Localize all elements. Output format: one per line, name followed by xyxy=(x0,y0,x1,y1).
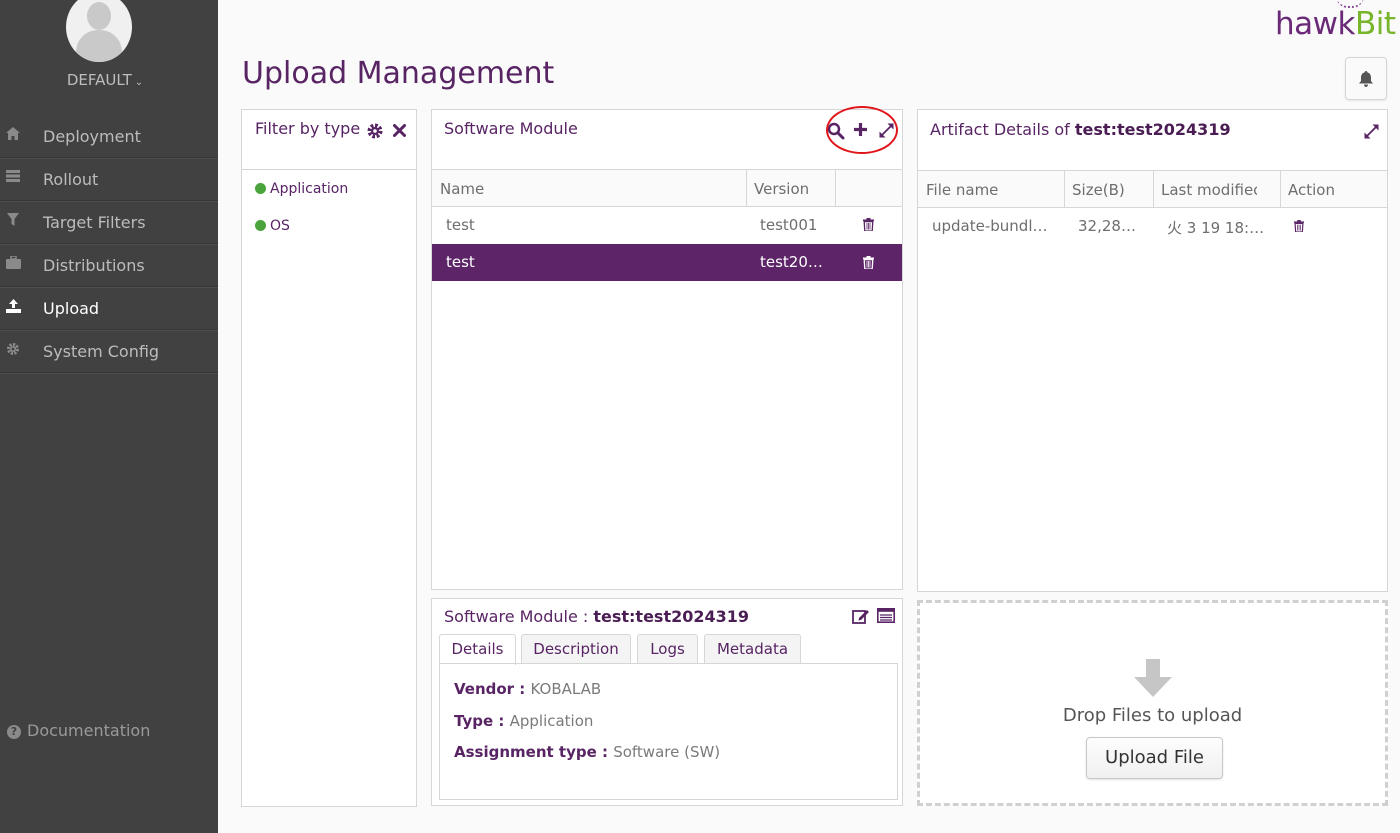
row-file-name: update-bundl… xyxy=(932,217,1048,235)
sidebar-item-label: Rollout xyxy=(43,170,99,189)
sidebar-item-label: Upload xyxy=(43,299,100,318)
sidebar: DEFAULT ⌄ Deployment Rollout Target Filte… xyxy=(0,0,218,833)
sidebar-item-system-config[interactable]: System Config xyxy=(0,330,218,373)
bell-icon xyxy=(1359,71,1373,87)
field-vendor: Vendor : KOBALAB xyxy=(454,680,602,698)
table-row[interactable]: update-bundl… 32,28… 火 3 19 18:… xyxy=(918,208,1387,245)
tenant-label: DEFAULT xyxy=(66,71,132,89)
sidebar-item-deployment[interactable]: Deployment xyxy=(0,115,218,158)
row-version: test20… xyxy=(760,253,823,271)
column-header-file-name[interactable]: File name xyxy=(926,181,998,199)
table-row[interactable]: test test001 xyxy=(432,207,902,244)
list-icon xyxy=(5,170,21,186)
trash-icon[interactable] xyxy=(863,218,874,231)
file-drop-zone[interactable]: Drop Files to upload Upload File xyxy=(917,600,1388,806)
filter-type-application[interactable]: Application xyxy=(255,181,348,197)
tab-description[interactable]: Description xyxy=(521,634,631,664)
artifact-title: Artifact Details of test:test2024319 xyxy=(930,120,1231,139)
column-header-version[interactable]: Version xyxy=(754,180,809,198)
chevron-down-icon: ⌄ xyxy=(134,77,144,88)
briefcase-icon xyxy=(5,255,21,272)
row-name: test xyxy=(446,216,475,234)
maximize-icon[interactable] xyxy=(1363,123,1380,140)
software-module-table-header: Name Version xyxy=(432,169,902,207)
table-row-selected[interactable]: test test20… xyxy=(432,244,902,281)
sidebar-item-label: System Config xyxy=(43,342,160,361)
close-icon[interactable] xyxy=(393,124,406,137)
software-module-title: Software Module xyxy=(444,119,578,138)
details-title: Software Module : test:test2024319 xyxy=(444,607,750,626)
documentation-link[interactable]: ? Documentation xyxy=(7,721,150,740)
details-tab-content: Vendor : KOBALAB Type : Application Assi… xyxy=(439,663,898,800)
gear-icon xyxy=(5,342,21,358)
tenant-selector[interactable]: DEFAULT ⌄ xyxy=(0,71,210,89)
trash-icon[interactable] xyxy=(863,256,874,269)
software-module-details-panel: Software Module : test:test2024319 Detai… xyxy=(431,598,903,806)
user-avatar[interactable] xyxy=(66,0,132,62)
edit-icon[interactable] xyxy=(852,608,870,624)
metadata-list-icon[interactable] xyxy=(877,608,895,623)
column-header-action[interactable]: Action xyxy=(1288,181,1335,199)
type-color-dot xyxy=(255,220,266,231)
tab-details[interactable]: Details xyxy=(439,634,516,665)
page-title: Upload Management xyxy=(242,56,555,91)
filter-by-type-panel: Filter by type Application OS xyxy=(241,109,417,807)
tab-logs[interactable]: Logs xyxy=(637,634,698,664)
sidebar-menu: Deployment Rollout Target Filters Distri… xyxy=(0,115,218,373)
field-assignment-type: Assignment type : Software (SW) xyxy=(454,743,721,761)
sidebar-item-distributions[interactable]: Distributions xyxy=(0,244,218,287)
filter-icon xyxy=(5,213,21,229)
documentation-label: Documentation xyxy=(27,721,151,740)
notification-button[interactable] xyxy=(1345,57,1387,100)
upload-icon xyxy=(5,299,21,315)
column-header-last-modified[interactable]: Last modifiec xyxy=(1161,181,1257,199)
gear-icon[interactable] xyxy=(367,123,383,139)
row-version: test001 xyxy=(760,216,818,234)
tab-metadata[interactable]: Metadata xyxy=(704,634,801,664)
help-icon: ? xyxy=(7,725,21,739)
sidebar-item-upload[interactable]: Upload xyxy=(0,287,218,330)
type-color-dot xyxy=(255,183,266,194)
sidebar-item-label: Deployment xyxy=(43,127,141,146)
software-module-panel: Software Module Name Version test test00… xyxy=(431,109,903,590)
filter-panel-title: Filter by type xyxy=(255,119,361,138)
sidebar-item-target-filters[interactable]: Target Filters xyxy=(0,201,218,244)
arrow-down-icon xyxy=(1134,659,1172,697)
column-header-name[interactable]: Name xyxy=(440,180,484,198)
sidebar-item-label: Distributions xyxy=(43,256,145,275)
column-header-size[interactable]: Size(B) xyxy=(1072,181,1125,199)
upload-file-button[interactable]: Upload File xyxy=(1086,737,1223,779)
artifact-details-panel: Artifact Details of test:test2024319 Fil… xyxy=(917,109,1388,592)
row-size: 32,28… xyxy=(1078,217,1136,235)
hawkbit-logo: hawkBit xyxy=(1275,6,1396,42)
annotation-circle xyxy=(826,106,898,154)
field-type: Type : Application xyxy=(454,712,594,730)
artifact-table-header: File name Size(B) Last modifiec Action xyxy=(918,170,1387,208)
filter-type-os[interactable]: OS xyxy=(255,218,290,234)
sidebar-item-label: Target Filters xyxy=(43,213,146,232)
trash-icon[interactable] xyxy=(1294,220,1304,232)
row-last-modified: 火 3 19 18:… xyxy=(1167,219,1265,237)
sidebar-item-rollout[interactable]: Rollout xyxy=(0,158,218,201)
drop-files-label: Drop Files to upload xyxy=(1062,705,1243,726)
row-name: test xyxy=(446,253,475,271)
home-icon xyxy=(5,127,21,143)
